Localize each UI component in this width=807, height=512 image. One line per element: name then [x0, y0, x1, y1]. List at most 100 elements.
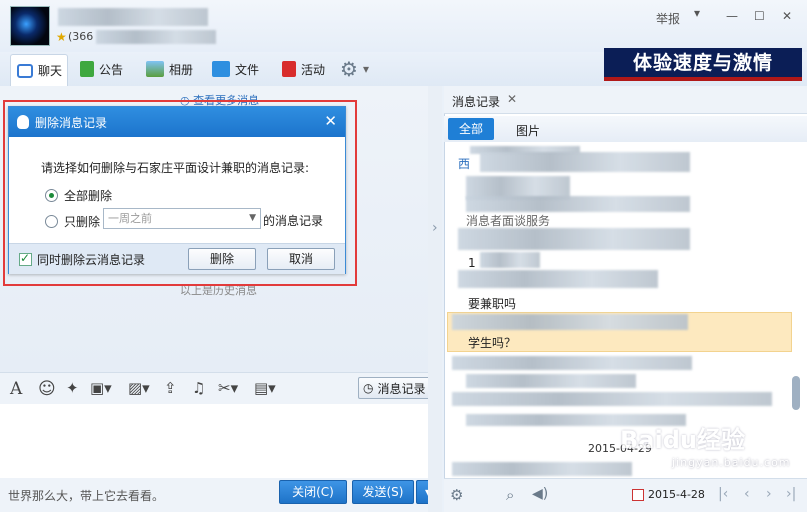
- contact-avatar[interactable]: [10, 6, 50, 46]
- folder-icon: [212, 61, 230, 77]
- blurred-text: [466, 196, 690, 212]
- chevron-right-icon[interactable]: ›: [432, 220, 438, 236]
- tab-album-label: 相册: [169, 62, 194, 77]
- radio-delete-only[interactable]: [45, 215, 58, 228]
- option-delete-all[interactable]: 全部删除: [45, 187, 112, 204]
- record-message: 学生吗？: [468, 336, 517, 350]
- filter-pictures-button[interactable]: 图片: [516, 122, 540, 139]
- chevron-down-icon: ▾: [362, 62, 369, 76]
- first-page-button[interactable]: |‹: [718, 486, 728, 502]
- scissors-icon[interactable]: ✂▾: [218, 379, 238, 397]
- tab-files[interactable]: 文件: [212, 56, 259, 82]
- cancel-button[interactable]: 取消: [267, 248, 335, 270]
- gear-icon: ⚙: [340, 57, 358, 81]
- tab-chat-label: 聊天: [38, 64, 63, 78]
- option-delete-only-label: 只删除: [64, 215, 101, 229]
- image-icon[interactable]: ▨▾: [128, 379, 150, 397]
- contact-name-blurred: [58, 8, 208, 26]
- chat-icon: [17, 63, 33, 78]
- dialog-title: 删除消息记录: [35, 115, 108, 130]
- blurred-text: [458, 228, 690, 250]
- record-sender-name: 西: [458, 157, 471, 171]
- tab-notice[interactable]: 公告: [80, 56, 123, 82]
- last-page-button[interactable]: ›|: [786, 486, 796, 502]
- tab-chat[interactable]: 聊天: [10, 54, 68, 86]
- chevron-down-icon: ▼: [249, 213, 256, 223]
- delete-cloud-option[interactable]: 同时删除云消息记录: [19, 251, 145, 268]
- record-filter-bar: [444, 116, 807, 142]
- blurred-text: [458, 270, 658, 288]
- star-icon: ★: [56, 30, 67, 44]
- delete-history-dialog: 删除消息记录 ✕ 请选择如何删除与石家庄平面设计兼职的消息记录: 全部删除 只删…: [8, 106, 346, 274]
- date-picker-value: 2015-4-28: [648, 488, 705, 501]
- delete-cloud-checkbox[interactable]: [19, 251, 32, 266]
- watermark-logo: Baidu经验: [620, 426, 745, 454]
- blurred-text: [452, 356, 692, 370]
- magic-wand-icon[interactable]: ✦: [66, 379, 79, 397]
- message-record-label: 消息记录: [377, 381, 426, 396]
- tab-notice-label: 公告: [99, 62, 124, 77]
- more-tools-icon[interactable]: ▤▾: [254, 379, 276, 397]
- gear-icon[interactable]: ⚙: [450, 486, 463, 504]
- search-icon[interactable]: ⌕: [506, 486, 514, 504]
- option-delete-only[interactable]: 只删除: [45, 213, 100, 230]
- gift-icon[interactable]: ▣▾: [90, 379, 112, 397]
- prev-page-button[interactable]: ‹: [744, 486, 750, 502]
- font-icon[interactable]: A: [10, 379, 22, 399]
- message-input[interactable]: [0, 404, 440, 478]
- record-message: 1: [468, 256, 476, 270]
- delete-button[interactable]: 删除: [188, 248, 256, 270]
- emoji-icon[interactable]: ☺: [38, 379, 56, 399]
- settings-button[interactable]: ⚙ ▾: [340, 56, 369, 82]
- period-select[interactable]: 一周之前 ▼: [103, 208, 261, 229]
- blurred-text: [452, 392, 772, 406]
- date-picker[interactable]: 2015-4-28: [632, 488, 705, 501]
- tab-activity-label: 活动: [301, 62, 326, 77]
- tab-message-record[interactable]: 消息记录: [452, 93, 500, 110]
- report-button[interactable]: 举报: [656, 10, 680, 27]
- blurred-text: [452, 462, 632, 476]
- close-window-button[interactable]: ✕: [782, 9, 792, 23]
- filter-all-button[interactable]: 全部: [448, 118, 494, 140]
- contact-id: (366: [68, 30, 94, 43]
- blurred-text: [466, 374, 636, 388]
- period-suffix-label: 的消息记录: [263, 214, 324, 228]
- red-flag-icon: [282, 61, 296, 77]
- dropdown-icon[interactable]: ▾: [694, 6, 700, 20]
- panel-splitter[interactable]: [428, 86, 442, 512]
- minimize-button[interactable]: —: [726, 9, 738, 23]
- send-button[interactable]: 发送(S): [352, 480, 414, 504]
- tab-activity[interactable]: 活动: [282, 56, 325, 82]
- blurred-text: [480, 152, 690, 172]
- contact-signature-blurred: [96, 30, 216, 44]
- record-footer: [444, 478, 807, 512]
- blurred-text: [452, 314, 688, 330]
- maximize-button[interactable]: ☐: [754, 9, 765, 23]
- promo-banner[interactable]: 体验速度与激情: [604, 48, 802, 81]
- record-scrollbar[interactable]: [792, 376, 800, 410]
- radio-delete-all[interactable]: [45, 189, 58, 202]
- dialog-title-bar[interactable]: 删除消息记录: [9, 107, 345, 137]
- watermark-url: jingyan.baidu.com: [672, 456, 791, 469]
- tab-files-label: 文件: [235, 62, 260, 77]
- penguin-icon: [17, 115, 29, 129]
- music-icon[interactable]: ♫: [192, 379, 205, 397]
- photo-icon: [146, 61, 164, 77]
- next-page-button[interactable]: ›: [766, 486, 772, 502]
- footer-hint: 世界那么大，带上它去看看。: [8, 489, 165, 503]
- period-select-value: 一周之前: [108, 212, 152, 225]
- record-message: 要兼职吗: [468, 297, 517, 311]
- delete-cloud-label: 同时删除云消息记录: [37, 253, 146, 267]
- calendar-icon: [632, 488, 644, 501]
- tab-close-icon[interactable]: ✕: [507, 92, 517, 106]
- upload-icon[interactable]: ⇪: [164, 379, 177, 397]
- dialog-prompt: 请选择如何删除与石家庄平面设计兼职的消息记录:: [41, 161, 310, 175]
- record-message: 消息者面谈服务: [466, 214, 551, 228]
- speaker-icon[interactable]: ◀): [532, 486, 548, 502]
- close-chat-button[interactable]: 关闭(C): [279, 480, 347, 504]
- flag-icon: [80, 61, 94, 77]
- dialog-close-button[interactable]: ✕: [324, 112, 337, 130]
- tab-album[interactable]: 相册: [146, 56, 193, 82]
- blurred-text: [480, 252, 540, 268]
- clock-icon: ◷: [363, 381, 374, 395]
